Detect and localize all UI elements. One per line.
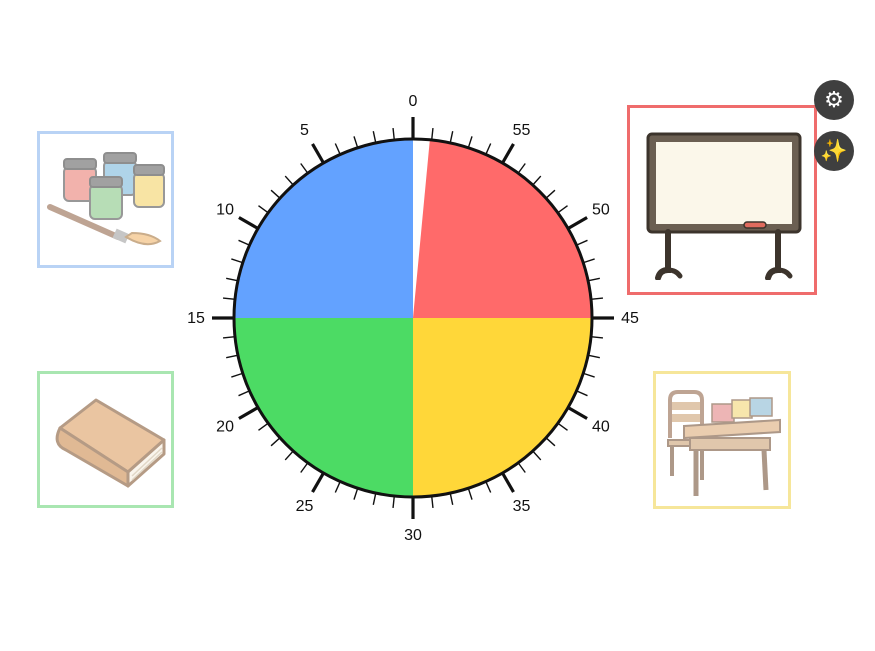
- minor-tick: [231, 258, 243, 264]
- minor-tick: [532, 175, 542, 185]
- minor-tick: [334, 143, 341, 154]
- clock-label-15: 15: [187, 310, 205, 327]
- minor-tick: [334, 482, 341, 493]
- quadrant-top-right: [413, 139, 592, 318]
- minor-tick: [591, 297, 604, 300]
- quadrant-bottom-left: [234, 318, 413, 497]
- sparkles-icon: ✨: [820, 138, 848, 164]
- minor-tick: [300, 463, 308, 473]
- minor-tick: [284, 175, 294, 185]
- major-tick: [568, 216, 588, 230]
- minor-tick: [467, 136, 473, 148]
- major-tick: [238, 406, 258, 420]
- major-tick: [238, 216, 258, 230]
- clock-label-50: 50: [592, 202, 610, 219]
- minor-tick: [270, 437, 280, 447]
- gear-icon: ⚙: [824, 87, 844, 113]
- minor-tick: [300, 163, 308, 173]
- minor-tick: [485, 143, 492, 154]
- minor-tick: [258, 205, 268, 213]
- minor-tick: [353, 488, 359, 500]
- minor-tick: [222, 297, 235, 300]
- minor-tick: [372, 493, 377, 505]
- minor-tick: [226, 277, 238, 282]
- quadrant-top-left: [234, 139, 413, 318]
- minor-tick: [238, 390, 249, 397]
- minor-tick: [518, 463, 526, 473]
- clock-label-30: 30: [404, 527, 422, 544]
- minor-tick: [431, 127, 434, 140]
- minor-tick: [467, 488, 473, 500]
- clock-label-55: 55: [513, 122, 531, 139]
- minor-tick: [372, 131, 377, 143]
- clock-label-40: 40: [592, 419, 610, 436]
- clock-label-10: 10: [216, 202, 234, 219]
- minor-tick: [591, 336, 604, 339]
- minor-tick: [583, 258, 595, 264]
- minor-tick: [583, 372, 595, 378]
- minor-tick: [518, 163, 526, 173]
- station-reading[interactable]: [37, 371, 174, 508]
- whiteboard-icon: [646, 132, 802, 280]
- minor-tick: [449, 131, 454, 143]
- clock-label-45: 45: [621, 310, 639, 327]
- major-tick: [311, 473, 325, 493]
- minor-tick: [558, 205, 568, 213]
- major-tick: [501, 143, 515, 163]
- minor-tick: [226, 354, 238, 359]
- clock-label-20: 20: [216, 419, 234, 436]
- clock-label-0: 0: [409, 93, 418, 110]
- minor-tick: [353, 136, 359, 148]
- clock-label-25: 25: [296, 498, 314, 515]
- minor-tick: [588, 354, 600, 359]
- paint-jars-icon: [46, 151, 165, 245]
- station-whiteboard[interactable]: [627, 105, 817, 295]
- minor-tick: [485, 482, 492, 493]
- minor-tick: [222, 336, 235, 339]
- clock-label-5: 5: [300, 122, 309, 139]
- minor-tick: [449, 493, 454, 505]
- minor-tick: [532, 451, 542, 461]
- clock-label-35: 35: [513, 498, 531, 515]
- desk-blocks-icon: [667, 390, 781, 496]
- minor-tick: [577, 390, 588, 397]
- quadrant-bottom-right: [413, 318, 592, 497]
- minor-tick: [284, 451, 294, 461]
- major-tick: [568, 406, 588, 420]
- major-tick: [501, 473, 515, 493]
- major-tick: [311, 143, 325, 163]
- station-desk[interactable]: [653, 371, 791, 509]
- minor-tick: [392, 127, 395, 140]
- minor-tick: [546, 189, 556, 199]
- settings-button[interactable]: ⚙: [814, 80, 854, 120]
- minor-tick: [231, 372, 243, 378]
- station-paint[interactable]: [37, 131, 174, 268]
- minor-tick: [546, 437, 556, 447]
- minor-tick: [270, 189, 280, 199]
- timer-clock[interactable]: 0 5 10 15 20 25 30 35 40 45 50 55: [0, 0, 875, 651]
- minor-tick: [588, 277, 600, 282]
- minor-tick: [258, 423, 268, 431]
- minor-tick: [392, 496, 395, 509]
- minor-tick: [431, 496, 434, 509]
- minor-tick: [558, 423, 568, 431]
- book-icon: [55, 398, 165, 487]
- minor-tick: [238, 239, 249, 246]
- magic-button[interactable]: ✨: [814, 131, 854, 171]
- minor-tick: [577, 239, 588, 246]
